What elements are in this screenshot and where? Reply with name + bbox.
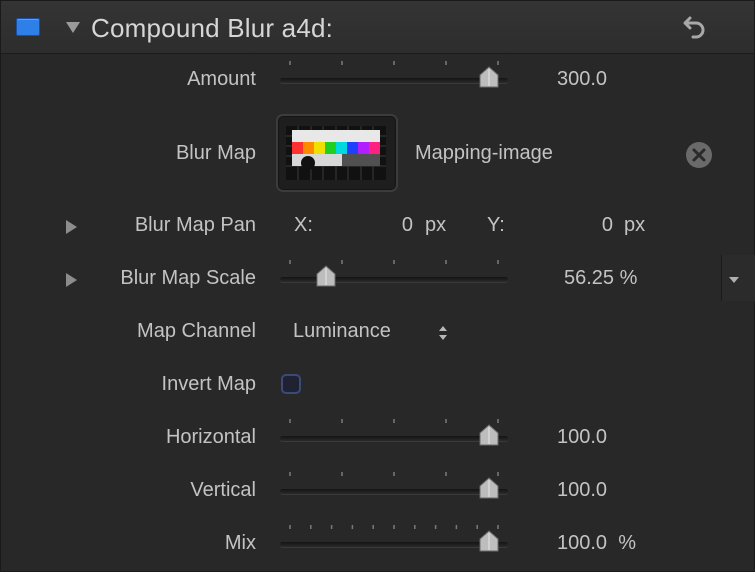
vertical-slider[interactable]	[280, 470, 508, 500]
slider-thumb[interactable]	[478, 530, 500, 552]
mix-number: 100.0	[557, 532, 608, 554]
slider-thumb[interactable]	[478, 66, 500, 88]
clear-x-icon[interactable]	[685, 141, 713, 169]
vertical-value[interactable]: 100.0	[557, 479, 607, 502]
panel-menu-dropdown[interactable]	[721, 255, 755, 301]
disclosure-triangle-icon[interactable]	[66, 22, 80, 33]
slider-ticks	[289, 472, 499, 476]
amount-slider[interactable]	[280, 59, 508, 89]
pan-y-label: Y:	[487, 214, 505, 236]
reset-arrow-icon[interactable]	[683, 13, 707, 39]
invert-map-checkbox[interactable]	[281, 374, 301, 394]
slider-thumb[interactable]	[478, 424, 500, 446]
pan-x-unit: px	[425, 214, 447, 236]
slider-track	[280, 489, 508, 494]
blur-map-scale-slider[interactable]	[280, 258, 508, 288]
map-channel-select[interactable]: Luminance	[293, 320, 391, 343]
slider-track	[280, 542, 508, 547]
blur-map-scale-label: Blur Map Scale	[120, 267, 256, 289]
horizontal-slider[interactable]	[280, 417, 508, 447]
blur-map-label: Blur Map	[175, 142, 256, 164]
disclosure-right-icon[interactable]	[66, 273, 77, 287]
pan-y-value[interactable]: 0	[561, 214, 613, 237]
disclosure-right-icon[interactable]	[66, 220, 77, 234]
mix-unit: %	[618, 532, 636, 554]
amount-value[interactable]: 300.0	[557, 68, 607, 91]
map-channel-label: Map Channel	[137, 320, 256, 342]
pan-x-label: X:	[294, 214, 313, 236]
slider-thumb[interactable]	[315, 265, 337, 287]
blur-map-source-name: Mapping-image	[415, 142, 553, 164]
slider-ticks	[289, 61, 499, 65]
slider-ticks	[289, 419, 499, 423]
pan-x-value[interactable]: 0	[361, 214, 413, 237]
blur-map-scale-unit: %	[619, 267, 638, 289]
slider-track	[280, 78, 508, 83]
blur-map-scale-value[interactable]: 56.25 %	[564, 267, 637, 290]
horizontal-label: Horizontal	[165, 426, 256, 448]
blur-map-scale-number: 56.25	[564, 267, 615, 289]
enable-checkbox[interactable]	[16, 18, 40, 36]
blur-map-thumbnail	[286, 126, 386, 180]
filter-title: Compound Blur a4d:	[91, 13, 334, 43]
slider-track	[280, 436, 508, 441]
vertical-label: Vertical	[190, 479, 256, 501]
horizontal-value[interactable]: 100.0	[557, 426, 607, 449]
blur-map-image-well[interactable]	[276, 114, 398, 192]
chevron-down-icon	[729, 277, 739, 283]
slider-thumb[interactable]	[478, 477, 500, 499]
filter-header: Compound Blur a4d:	[1, 1, 754, 54]
amount-label: Amount	[187, 68, 256, 90]
up-down-stepper-icon[interactable]	[437, 322, 449, 344]
pan-y-unit: px	[624, 214, 646, 236]
mix-slider[interactable]	[280, 523, 508, 553]
invert-map-label: Invert Map	[161, 373, 256, 395]
mix-label: Mix	[224, 532, 256, 554]
inspector-panel: Compound Blur a4d: Amount 300.0 Blur Map	[0, 0, 755, 572]
mix-value[interactable]: 100.0 %	[557, 532, 636, 555]
blur-map-pan-label: Blur Map Pan	[134, 214, 256, 236]
slider-ticks	[289, 525, 499, 529]
